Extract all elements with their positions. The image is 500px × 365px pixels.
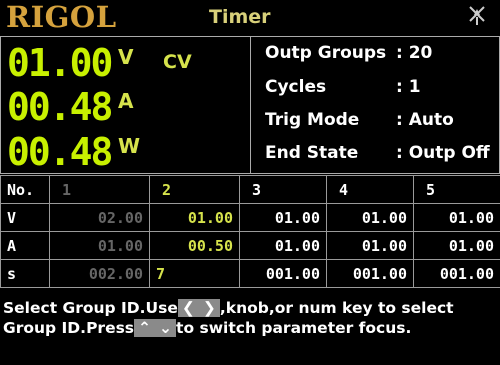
group-5-time[interactable]: 001.00	[413, 259, 500, 288]
power-value: 00.48	[7, 130, 113, 174]
end-state-label: End State	[265, 143, 359, 163]
group-1-voltage[interactable]: 02.00	[49, 203, 150, 232]
group-3-current[interactable]: 01.00	[239, 231, 327, 260]
row-label-a: A	[0, 231, 50, 260]
table-row-current: A 01.00 00.50 01.00 01.00 01.00	[0, 231, 500, 260]
up-arrow-key-icon: ⌃	[134, 319, 156, 337]
group-3-voltage[interactable]: 01.00	[239, 203, 327, 232]
current-unit: A	[118, 89, 134, 113]
group-4-voltage[interactable]: 01.00	[326, 203, 414, 232]
outp-groups-value: : 20	[396, 43, 433, 63]
help-text-part1: Select Group ID.Use	[3, 299, 178, 317]
group-5-no[interactable]: 5	[413, 175, 500, 204]
mode-title: Timer	[209, 6, 271, 28]
help-text: Select Group ID.Use ❮ ❯ ,knob,or num key to…	[3, 298, 497, 338]
group-5-voltage[interactable]: 01.00	[413, 203, 500, 232]
group-2-time-input[interactable]: 7	[149, 259, 240, 288]
power-unit: W	[118, 134, 141, 158]
table-row-voltage: V 02.00 01.00 01.00 01.00 01.00	[0, 203, 500, 232]
group-1-time[interactable]: 002.00	[49, 259, 150, 288]
group-2-voltage[interactable]: 01.00	[149, 203, 240, 232]
help-text-part3: to switch parameter focus.	[176, 319, 412, 337]
voltage-unit: V	[118, 45, 134, 69]
group-4-no[interactable]: 4	[326, 175, 414, 204]
timer-settings-panel: Outp Groups : 20 Cycles : 1 Trig Mode : …	[251, 36, 500, 174]
group-table: No. 1 2 3 4 5 V 02.00 01.00 01.00 01.00 …	[0, 175, 500, 288]
table-row-no: No. 1 2 3 4 5	[0, 175, 500, 204]
cycles-value: : 1	[396, 77, 421, 97]
table-row-time: s 002.00 7 001.00 001.00 001.00	[0, 259, 500, 288]
group-5-current[interactable]: 01.00	[413, 231, 500, 260]
cycles-label: Cycles	[265, 77, 327, 97]
rigol-logo: RIGOL	[6, 0, 117, 34]
group-1-no[interactable]: 1	[49, 175, 150, 204]
row-label-v: V	[0, 203, 50, 232]
right-arrow-key-icon: ❯	[198, 299, 220, 317]
group-3-time[interactable]: 001.00	[239, 259, 327, 288]
trig-mode-value: : Auto	[396, 110, 454, 130]
end-state-value: : Outp Off	[396, 143, 490, 163]
group-3-no[interactable]: 3	[239, 175, 327, 204]
row-label-s: s	[0, 259, 50, 288]
measurement-panel: 01.00 V CV 00.48 A 00.48 W	[0, 36, 251, 174]
no-network-icon	[469, 6, 485, 25]
group-4-current[interactable]: 01.00	[326, 231, 414, 260]
group-4-time[interactable]: 001.00	[326, 259, 414, 288]
cv-mode-label: CV	[163, 51, 192, 73]
current-value: 00.48	[7, 85, 113, 129]
group-1-current[interactable]: 01.00	[49, 231, 150, 260]
row-label-no: No.	[0, 175, 50, 204]
down-arrow-key-icon: ⌄	[155, 319, 177, 337]
outp-groups-label: Outp Groups	[265, 43, 387, 63]
title-bar: RIGOL Timer	[0, 0, 500, 36]
group-2-current[interactable]: 00.50	[149, 231, 240, 260]
voltage-value: 01.00	[7, 41, 113, 85]
group-2-no[interactable]: 2	[149, 175, 240, 204]
left-arrow-key-icon: ❮	[177, 299, 199, 317]
trig-mode-label: Trig Mode	[265, 110, 360, 130]
